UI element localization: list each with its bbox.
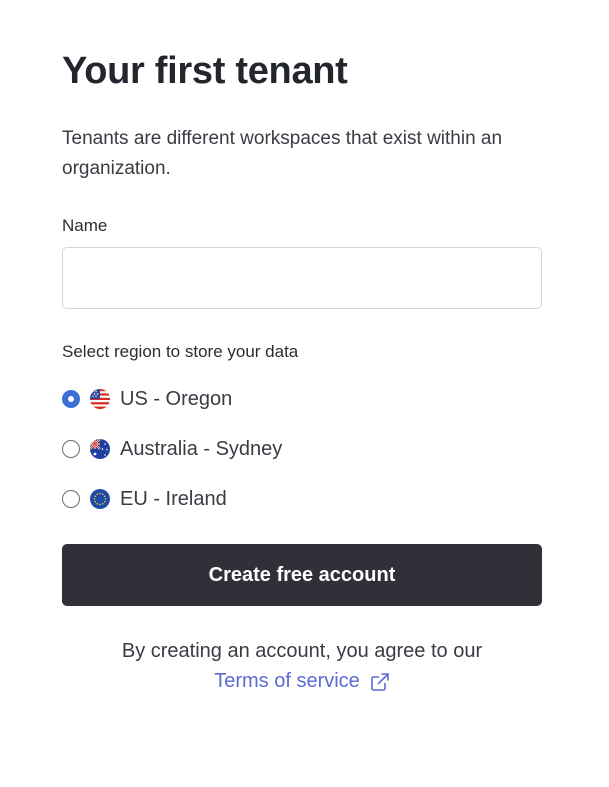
us-flag-icon (90, 389, 110, 409)
radio-us-oregon[interactable] (62, 390, 80, 408)
region-option-eu-ireland[interactable]: EU - Ireland (62, 487, 227, 511)
terms-notice-text: By creating an account, you agree to our (121, 640, 483, 662)
eu-flag-icon (90, 489, 110, 509)
australia-flag-icon (90, 439, 110, 459)
region-label: Select region to store your data (62, 342, 299, 361)
page-description: Tenants are different workspaces that ex… (62, 128, 503, 179)
region-label-us-oregon: US - Oregon (120, 388, 233, 410)
create-account-button[interactable]: Create free account (62, 544, 542, 606)
radio-eu-ireland[interactable] (62, 490, 80, 508)
terms-of-service-link[interactable]: Terms of service (214, 666, 390, 696)
name-input[interactable] (62, 247, 542, 309)
external-link-icon (370, 671, 390, 691)
region-label-eu-ireland: EU - Ireland (120, 488, 227, 510)
terms-notice: By creating an account, you agree to our… (62, 636, 542, 696)
region-option-us-oregon[interactable]: US - Oregon (62, 387, 232, 411)
name-label: Name (62, 216, 108, 235)
terms-of-service-label: Terms of service (214, 670, 360, 692)
region-label-australia-sydney: Australia - Sydney (120, 438, 283, 460)
page-title: Your first tenant (62, 50, 348, 92)
radio-australia-sydney[interactable] (62, 440, 80, 458)
region-option-australia-sydney[interactable]: Australia - Sydney (62, 437, 282, 461)
